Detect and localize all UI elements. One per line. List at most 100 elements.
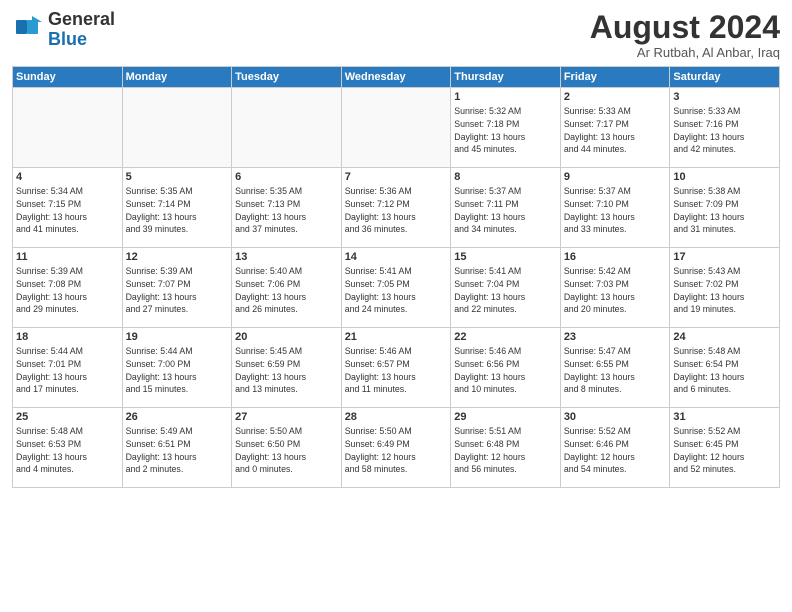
day-info: Sunrise: 5:41 AMSunset: 7:05 PMDaylight:… xyxy=(345,265,448,316)
calendar-week-5: 25 Sunrise: 5:48 AMSunset: 6:53 PMDayligh… xyxy=(13,408,780,488)
calendar-cell-3-6: 24 Sunrise: 5:48 AMSunset: 6:54 PMDayligh… xyxy=(670,328,780,408)
day-info: Sunrise: 5:37 AMSunset: 7:10 PMDaylight:… xyxy=(564,185,667,236)
month-title: August 2024 xyxy=(590,10,780,45)
day-info: Sunrise: 5:50 AMSunset: 6:50 PMDaylight:… xyxy=(235,425,338,476)
day-info: Sunrise: 5:46 AMSunset: 6:57 PMDaylight:… xyxy=(345,345,448,396)
day-number: 25 xyxy=(16,411,119,423)
day-number: 21 xyxy=(345,331,448,343)
col-tuesday: Tuesday xyxy=(232,67,342,88)
calendar-cell-1-2: 6 Sunrise: 5:35 AMSunset: 7:13 PMDaylight… xyxy=(232,168,342,248)
day-number: 9 xyxy=(564,171,667,183)
day-number: 19 xyxy=(126,331,229,343)
calendar-cell-2-6: 17 Sunrise: 5:43 AMSunset: 7:02 PMDayligh… xyxy=(670,248,780,328)
day-info: Sunrise: 5:39 AMSunset: 7:08 PMDaylight:… xyxy=(16,265,119,316)
day-number: 17 xyxy=(673,251,776,263)
day-number: 20 xyxy=(235,331,338,343)
logo-icon xyxy=(12,14,44,46)
calendar-cell-4-2: 27 Sunrise: 5:50 AMSunset: 6:50 PMDayligh… xyxy=(232,408,342,488)
day-info: Sunrise: 5:35 AMSunset: 7:14 PMDaylight:… xyxy=(126,185,229,236)
day-info: Sunrise: 5:43 AMSunset: 7:02 PMDaylight:… xyxy=(673,265,776,316)
calendar-cell-0-0 xyxy=(13,88,123,168)
calendar-header-row: Sunday Monday Tuesday Wednesday Thursday… xyxy=(13,67,780,88)
day-info: Sunrise: 5:38 AMSunset: 7:09 PMDaylight:… xyxy=(673,185,776,236)
calendar-cell-1-6: 10 Sunrise: 5:38 AMSunset: 7:09 PMDayligh… xyxy=(670,168,780,248)
calendar-cell-2-4: 15 Sunrise: 5:41 AMSunset: 7:04 PMDayligh… xyxy=(451,248,561,328)
day-number: 28 xyxy=(345,411,448,423)
calendar-week-2: 4 Sunrise: 5:34 AMSunset: 7:15 PMDaylight… xyxy=(13,168,780,248)
calendar-cell-1-3: 7 Sunrise: 5:36 AMSunset: 7:12 PMDaylight… xyxy=(341,168,451,248)
calendar-cell-4-3: 28Sunrise: 5:50 AMSunset: 6:49 PMDayligh… xyxy=(341,408,451,488)
day-info: Sunrise: 5:46 AMSunset: 6:56 PMDaylight:… xyxy=(454,345,557,396)
day-number: 24 xyxy=(673,331,776,343)
day-number: 7 xyxy=(345,171,448,183)
calendar-cell-4-6: 31 Sunrise: 5:52 AMSunset: 6:45 PMDayligh… xyxy=(670,408,780,488)
day-number: 11 xyxy=(16,251,119,263)
calendar-cell-1-4: 8 Sunrise: 5:37 AMSunset: 7:11 PMDaylight… xyxy=(451,168,561,248)
calendar-cell-4-0: 25 Sunrise: 5:48 AMSunset: 6:53 PMDayligh… xyxy=(13,408,123,488)
calendar-cell-3-3: 21 Sunrise: 5:46 AMSunset: 6:57 PMDayligh… xyxy=(341,328,451,408)
day-number: 3 xyxy=(673,91,776,103)
day-info: Sunrise: 5:45 AMSunset: 6:59 PMDaylight:… xyxy=(235,345,338,396)
calendar-cell-3-1: 19Sunrise: 5:44 AMSunset: 7:00 PMDayligh… xyxy=(122,328,232,408)
calendar-cell-0-3 xyxy=(341,88,451,168)
day-info: Sunrise: 5:49 AMSunset: 6:51 PMDaylight:… xyxy=(126,425,229,476)
day-info: Sunrise: 5:40 AMSunset: 7:06 PMDaylight:… xyxy=(235,265,338,316)
calendar-cell-0-6: 3 Sunrise: 5:33 AMSunset: 7:16 PMDaylight… xyxy=(670,88,780,168)
location-subtitle: Ar Rutbah, Al Anbar, Iraq xyxy=(590,45,780,60)
day-info: Sunrise: 5:33 AMSunset: 7:17 PMDaylight:… xyxy=(564,105,667,156)
day-info: Sunrise: 5:41 AMSunset: 7:04 PMDaylight:… xyxy=(454,265,557,316)
calendar-cell-3-2: 20 Sunrise: 5:45 AMSunset: 6:59 PMDayligh… xyxy=(232,328,342,408)
calendar-cell-2-2: 13 Sunrise: 5:40 AMSunset: 7:06 PMDayligh… xyxy=(232,248,342,328)
calendar-cell-0-5: 2 Sunrise: 5:33 AMSunset: 7:17 PMDaylight… xyxy=(560,88,670,168)
day-info: Sunrise: 5:51 AMSunset: 6:48 PMDaylight:… xyxy=(454,425,557,476)
day-number: 10 xyxy=(673,171,776,183)
col-friday: Friday xyxy=(560,67,670,88)
calendar-week-4: 18 Sunrise: 5:44 AMSunset: 7:01 PMDayligh… xyxy=(13,328,780,408)
day-number: 2 xyxy=(564,91,667,103)
page-header: General Blue August 2024 Ar Rutbah, Al A… xyxy=(12,10,780,60)
day-number: 27 xyxy=(235,411,338,423)
day-info: Sunrise: 5:32 AMSunset: 7:18 PMDaylight:… xyxy=(454,105,557,156)
day-info: Sunrise: 5:48 AMSunset: 6:54 PMDaylight:… xyxy=(673,345,776,396)
calendar-cell-4-1: 26Sunrise: 5:49 AMSunset: 6:51 PMDayligh… xyxy=(122,408,232,488)
day-info: Sunrise: 5:33 AMSunset: 7:16 PMDaylight:… xyxy=(673,105,776,156)
calendar-cell-0-4: 1Sunrise: 5:32 AMSunset: 7:18 PMDaylight… xyxy=(451,88,561,168)
calendar-cell-0-1 xyxy=(122,88,232,168)
day-info: Sunrise: 5:35 AMSunset: 7:13 PMDaylight:… xyxy=(235,185,338,236)
day-info: Sunrise: 5:44 AMSunset: 7:01 PMDaylight:… xyxy=(16,345,119,396)
day-number: 14 xyxy=(345,251,448,263)
calendar-week-3: 11 Sunrise: 5:39 AMSunset: 7:08 PMDayligh… xyxy=(13,248,780,328)
day-info: Sunrise: 5:37 AMSunset: 7:11 PMDaylight:… xyxy=(454,185,557,236)
calendar-cell-2-3: 14 Sunrise: 5:41 AMSunset: 7:05 PMDayligh… xyxy=(341,248,451,328)
day-number: 15 xyxy=(454,251,557,263)
day-number: 6 xyxy=(235,171,338,183)
day-info: Sunrise: 5:39 AMSunset: 7:07 PMDaylight:… xyxy=(126,265,229,316)
calendar-cell-1-1: 5 Sunrise: 5:35 AMSunset: 7:14 PMDaylight… xyxy=(122,168,232,248)
day-info: Sunrise: 5:48 AMSunset: 6:53 PMDaylight:… xyxy=(16,425,119,476)
day-number: 5 xyxy=(126,171,229,183)
calendar-cell-4-5: 30Sunrise: 5:52 AMSunset: 6:46 PMDayligh… xyxy=(560,408,670,488)
col-saturday: Saturday xyxy=(670,67,780,88)
col-monday: Monday xyxy=(122,67,232,88)
day-number: 29 xyxy=(454,411,557,423)
page-container: General Blue August 2024 Ar Rutbah, Al A… xyxy=(0,0,792,494)
calendar-cell-3-4: 22Sunrise: 5:46 AMSunset: 6:56 PMDayligh… xyxy=(451,328,561,408)
day-number: 8 xyxy=(454,171,557,183)
day-number: 18 xyxy=(16,331,119,343)
day-number: 4 xyxy=(16,171,119,183)
col-wednesday: Wednesday xyxy=(341,67,451,88)
calendar-cell-1-5: 9 Sunrise: 5:37 AMSunset: 7:10 PMDaylight… xyxy=(560,168,670,248)
logo: General Blue xyxy=(12,10,115,50)
day-info: Sunrise: 5:52 AMSunset: 6:46 PMDaylight:… xyxy=(564,425,667,476)
day-info: Sunrise: 5:52 AMSunset: 6:45 PMDaylight:… xyxy=(673,425,776,476)
calendar-table: Sunday Monday Tuesday Wednesday Thursday… xyxy=(12,66,780,488)
calendar-cell-4-4: 29 Sunrise: 5:51 AMSunset: 6:48 PMDayligh… xyxy=(451,408,561,488)
day-info: Sunrise: 5:36 AMSunset: 7:12 PMDaylight:… xyxy=(345,185,448,236)
title-block: August 2024 Ar Rutbah, Al Anbar, Iraq xyxy=(590,10,780,60)
day-info: Sunrise: 5:34 AMSunset: 7:15 PMDaylight:… xyxy=(16,185,119,236)
day-number: 23 xyxy=(564,331,667,343)
calendar-body: 1Sunrise: 5:32 AMSunset: 7:18 PMDaylight… xyxy=(13,88,780,488)
calendar-cell-1-0: 4 Sunrise: 5:34 AMSunset: 7:15 PMDaylight… xyxy=(13,168,123,248)
day-number: 31 xyxy=(673,411,776,423)
day-number: 13 xyxy=(235,251,338,263)
